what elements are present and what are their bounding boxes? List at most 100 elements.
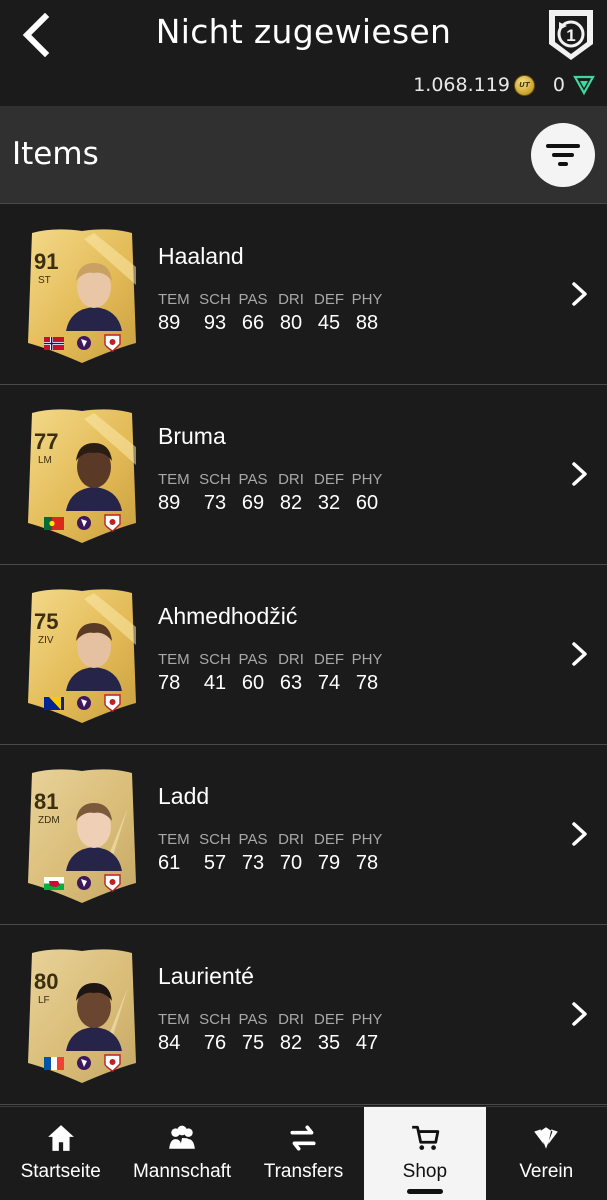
page-title: Nicht zugewiesen xyxy=(155,12,452,51)
stat-value: 80 xyxy=(279,312,303,334)
coins-amount: 1.068.119 xyxy=(413,74,510,96)
nav-item-verein[interactable]: Verein xyxy=(486,1107,607,1200)
nation-flag-icon xyxy=(44,517,64,530)
player-portrait-icon xyxy=(66,803,122,871)
stat-label: DRI xyxy=(278,831,304,848)
stat-value: 66 xyxy=(241,312,265,334)
league-badge-icon xyxy=(77,876,91,890)
player-stats: TEM 61 SCH 57 PAS 73 DRI 70 DEF 79 PHY 7… xyxy=(158,831,386,875)
card-position: ZIV xyxy=(38,635,54,646)
stat-label: SCH xyxy=(199,291,231,308)
stat-value: 78 xyxy=(355,852,379,874)
stat-label: DEF xyxy=(314,471,344,488)
stat-column: PAS 66 xyxy=(234,291,272,335)
stat-value: 89 xyxy=(158,312,181,334)
coin-icon-label: UT xyxy=(519,81,530,89)
stat-column: SCH 73 xyxy=(196,471,234,515)
player-card: 75 ZIV xyxy=(24,587,140,725)
stat-value: 74 xyxy=(317,672,341,694)
stat-value: 35 xyxy=(317,1032,341,1054)
stat-label: SCH xyxy=(199,651,231,668)
player-name: Bruma xyxy=(158,423,226,449)
player-row[interactable]: 80 LF Laurienté TEM 84 SCH 76 PAS 75 DRI… xyxy=(0,925,607,1105)
player-row[interactable]: 77 LM Bruma TEM 89 SCH 73 PAS 69 DRI 82 … xyxy=(0,385,607,565)
player-portrait-icon xyxy=(66,983,122,1051)
player-card: 80 LF xyxy=(24,947,140,1085)
stat-value: 60 xyxy=(355,492,379,514)
undo-button[interactable]: 1 xyxy=(545,6,597,64)
club-icon xyxy=(534,1127,559,1149)
club-crest-icon xyxy=(104,874,121,892)
stat-value: 32 xyxy=(317,492,341,514)
nav-item-transfers[interactable]: Transfers xyxy=(243,1107,364,1200)
player-row[interactable]: 81 ZDM Ladd TEM 61 SCH 57 PAS 73 DRI 70 … xyxy=(0,745,607,925)
stat-label: DEF xyxy=(314,291,344,308)
league-badge-icon xyxy=(77,1056,91,1070)
stat-value: 73 xyxy=(203,492,227,514)
club-crest-icon xyxy=(104,694,121,712)
currency-display: 1.068.119 UT 0 xyxy=(413,74,595,96)
stat-column: SCH 57 xyxy=(196,831,234,875)
stat-label: PAS xyxy=(238,471,268,488)
chevron-right-icon xyxy=(572,282,587,306)
stat-column: PAS 60 xyxy=(234,651,272,695)
player-card: 81 ZDM xyxy=(24,767,140,905)
stat-column: DEF 32 xyxy=(310,471,348,515)
player-row[interactable]: 75 ZIV Ahmedhodžić TEM 78 SCH 41 PAS 60 … xyxy=(0,565,607,745)
filter-icon xyxy=(546,144,580,166)
active-indicator xyxy=(406,1189,443,1194)
player-stats: TEM 89 SCH 73 PAS 69 DRI 82 DEF 32 PHY 6… xyxy=(158,471,386,515)
card-rating: 80 xyxy=(34,969,59,994)
stat-label: DEF xyxy=(314,1011,344,1028)
stat-column: TEM 89 xyxy=(158,471,196,515)
stat-column: DRI 63 xyxy=(272,651,310,695)
stat-label: PHY xyxy=(351,831,383,848)
chevron-right-icon xyxy=(572,462,587,486)
stat-label: PHY xyxy=(351,1011,383,1028)
stat-column: TEM 61 xyxy=(158,831,196,875)
player-row[interactable]: 91 ST Haaland TEM 89 SCH 93 PAS 66 DRI 8… xyxy=(0,205,607,385)
stat-label: DEF xyxy=(314,831,344,848)
stat-value: 82 xyxy=(279,492,303,514)
filter-button[interactable] xyxy=(531,123,595,187)
stat-label: PAS xyxy=(238,831,268,848)
card-position: LF xyxy=(38,995,50,1006)
nation-flag-icon xyxy=(44,337,64,350)
stat-column: DEF 45 xyxy=(310,291,348,335)
chevron-right-icon xyxy=(572,1002,587,1026)
chevron-right-icon xyxy=(572,822,587,846)
stat-value: 63 xyxy=(279,672,303,694)
stat-value: 93 xyxy=(203,312,227,334)
nation-flag-icon xyxy=(44,697,64,710)
player-portrait-icon xyxy=(66,263,122,331)
player-name: Ahmedhodžić xyxy=(158,603,298,629)
nav-item-startseite[interactable]: Startseite xyxy=(0,1107,121,1200)
player-list: 91 ST Haaland TEM 89 SCH 93 PAS 66 DRI 8… xyxy=(0,205,607,1105)
league-badge-icon xyxy=(77,696,91,710)
club-crest-icon xyxy=(104,334,121,352)
stat-column: DRI 82 xyxy=(272,471,310,515)
stat-value: 82 xyxy=(279,1032,303,1054)
stat-value: 76 xyxy=(203,1032,227,1054)
card-rating: 75 xyxy=(34,609,59,634)
card-rating: 81 xyxy=(34,789,59,814)
stat-column: PAS 73 xyxy=(234,831,272,875)
stat-column: DEF 79 xyxy=(310,831,348,875)
stat-column: DEF 74 xyxy=(310,651,348,695)
stat-label: PHY xyxy=(351,291,383,308)
nav-item-mannschaft[interactable]: Mannschaft xyxy=(121,1107,242,1200)
card-position: LM xyxy=(38,455,52,466)
items-header-bar: Items xyxy=(0,106,607,204)
stat-column: TEM 89 xyxy=(158,291,196,335)
player-portrait-icon xyxy=(66,623,122,691)
stat-label: PHY xyxy=(351,651,383,668)
stat-value: 84 xyxy=(158,1032,181,1054)
stat-label: PHY xyxy=(351,471,383,488)
cart-icon xyxy=(412,1125,440,1150)
club-crest-icon xyxy=(104,514,121,532)
stat-column: TEM 78 xyxy=(158,651,196,695)
stat-column: PHY 60 xyxy=(348,471,386,515)
stat-label: TEM xyxy=(158,831,190,848)
stat-column: DRI 70 xyxy=(272,831,310,875)
nav-item-shop[interactable]: Shop xyxy=(364,1107,486,1200)
